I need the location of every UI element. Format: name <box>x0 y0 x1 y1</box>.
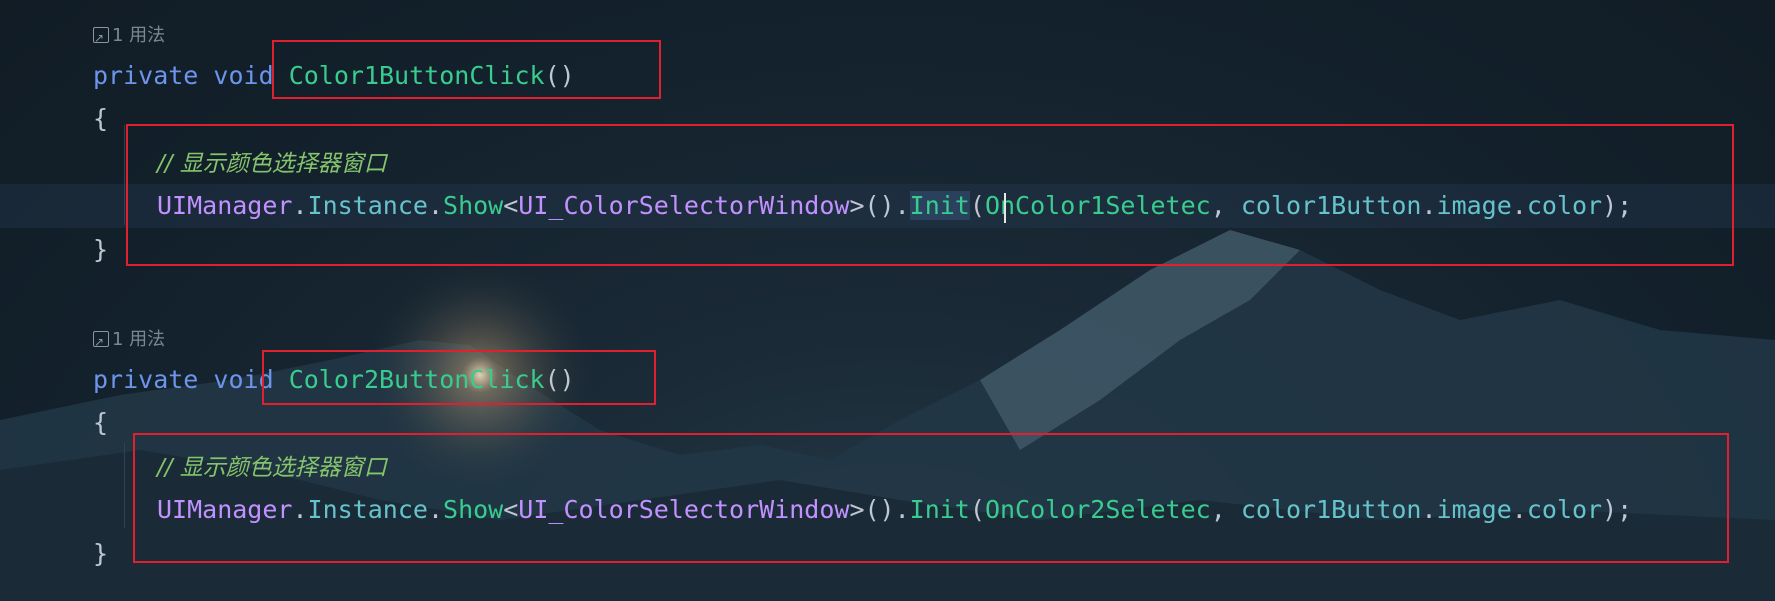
usage-hint[interactable]: 1 用法 <box>93 325 165 357</box>
annotation-box-method2 <box>262 350 656 405</box>
indent-guide <box>124 125 125 225</box>
external-link-icon <box>93 327 109 357</box>
open-brace: { <box>93 408 109 437</box>
annotation-box-body2 <box>133 433 1729 563</box>
open-brace: { <box>93 104 109 133</box>
close-brace: } <box>93 235 109 264</box>
indent-guide <box>124 443 125 528</box>
annotation-box-method1 <box>272 40 661 99</box>
external-link-icon <box>93 23 109 53</box>
annotation-box-body1 <box>126 124 1734 266</box>
usage-hint[interactable]: 1 用法 <box>93 21 165 53</box>
close-brace: } <box>93 539 109 568</box>
